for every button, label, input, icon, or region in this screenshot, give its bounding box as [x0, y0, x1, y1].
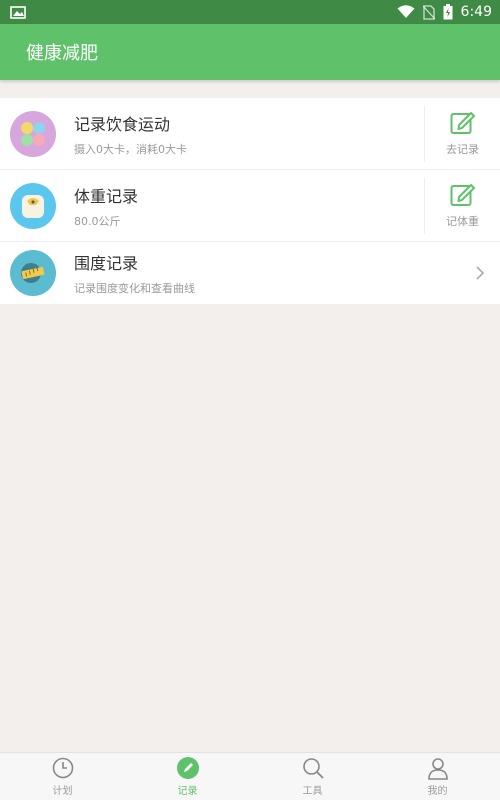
- nav-label-me: 我的: [427, 786, 448, 797]
- pencil-icon: [176, 757, 199, 779]
- search-icon: [302, 758, 324, 779]
- row-subtitle: 记录围度变化和查看曲线: [74, 282, 195, 295]
- row-subtitle: 摄入0大卡，消耗0大卡: [74, 142, 187, 156]
- nav-item-tools[interactable]: 工具: [250, 753, 375, 800]
- status-bar: 6:49: [0, 0, 500, 24]
- nav-label-record: 记录: [177, 786, 198, 797]
- list-item-weight[interactable]: 体重记录 80.0公斤 记体重: [0, 170, 500, 242]
- nav-item-record[interactable]: 记录: [125, 753, 250, 800]
- go-record-label: 去记录: [446, 142, 479, 156]
- edit-icon: [450, 183, 475, 206]
- row-title: 围度记录: [74, 254, 139, 273]
- tape-measure-icon: [10, 250, 56, 296]
- row-title: 记录饮食运动: [74, 114, 171, 134]
- scale-icon: [10, 182, 56, 229]
- app-bar: 健康减肥: [0, 24, 500, 80]
- wifi-icon: [397, 5, 415, 18]
- clock-icon: [52, 757, 73, 779]
- no-sim-icon: [422, 4, 435, 20]
- record-list: 记录饮食运动 摄入0大卡，消耗0大卡 去记录 体重记录 80.0公斤 记体重 围…: [0, 98, 500, 304]
- list-item-measurement[interactable]: 围度记录 记录围度变化和查看曲线: [0, 242, 500, 304]
- nav-label-plan: 计划: [52, 786, 73, 797]
- row-title: 体重记录: [74, 186, 139, 206]
- row-subtitle: 80.0公斤: [74, 214, 121, 228]
- go-record-button[interactable]: 去记录: [424, 105, 500, 162]
- page-title: 健康减肥: [26, 43, 98, 64]
- image-notification-icon: [10, 5, 26, 19]
- list-item-diet-exercise[interactable]: 记录饮食运动 摄入0大卡，消耗0大卡 去记录: [0, 98, 500, 170]
- nav-label-tools: 工具: [302, 786, 323, 797]
- bottom-nav: 计划 记录 工具 我的: [0, 752, 500, 800]
- nav-item-me[interactable]: 我的: [375, 753, 500, 800]
- record-weight-label: 记体重: [446, 214, 479, 228]
- edit-icon: [450, 111, 475, 134]
- record-weight-button[interactable]: 记体重: [424, 177, 500, 234]
- battery-icon: [443, 4, 453, 20]
- person-icon: [427, 758, 448, 780]
- status-time: 6:49: [460, 4, 492, 20]
- nav-item-plan[interactable]: 计划: [0, 753, 125, 800]
- diet-exercise-icon: [10, 110, 56, 157]
- chevron-right-icon: [460, 265, 500, 281]
